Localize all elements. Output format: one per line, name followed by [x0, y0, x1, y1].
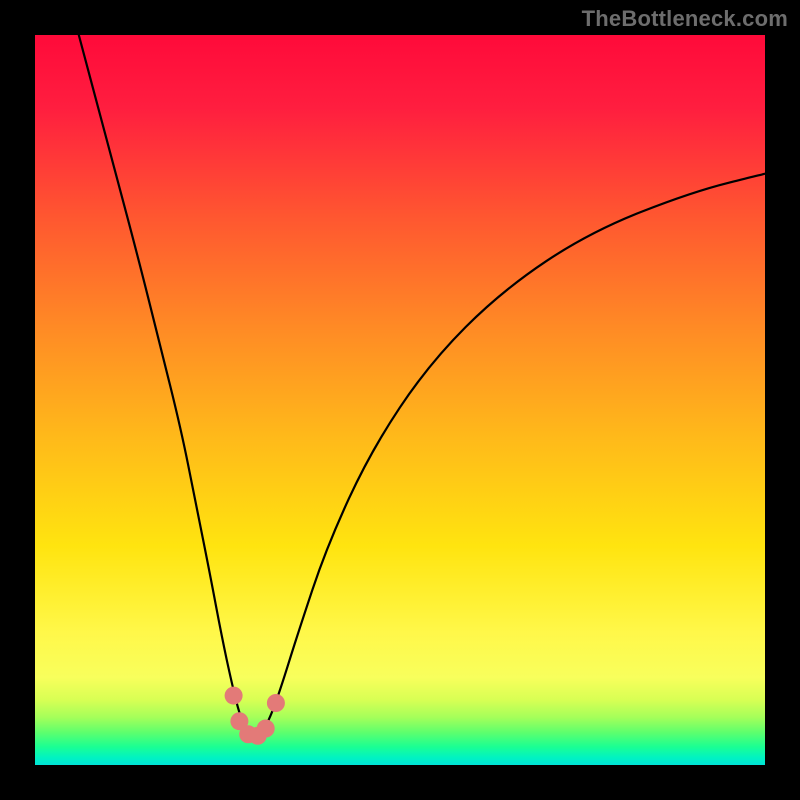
chart-svg	[35, 35, 765, 765]
curve-marker	[267, 694, 285, 712]
curve-markers	[225, 687, 285, 745]
outer-frame: TheBottleneck.com	[0, 0, 800, 800]
plot-area	[35, 35, 765, 765]
curve-marker	[257, 720, 275, 738]
bottleneck-curve	[79, 35, 765, 735]
watermark-text: TheBottleneck.com	[582, 6, 788, 32]
curve-marker	[225, 687, 243, 705]
